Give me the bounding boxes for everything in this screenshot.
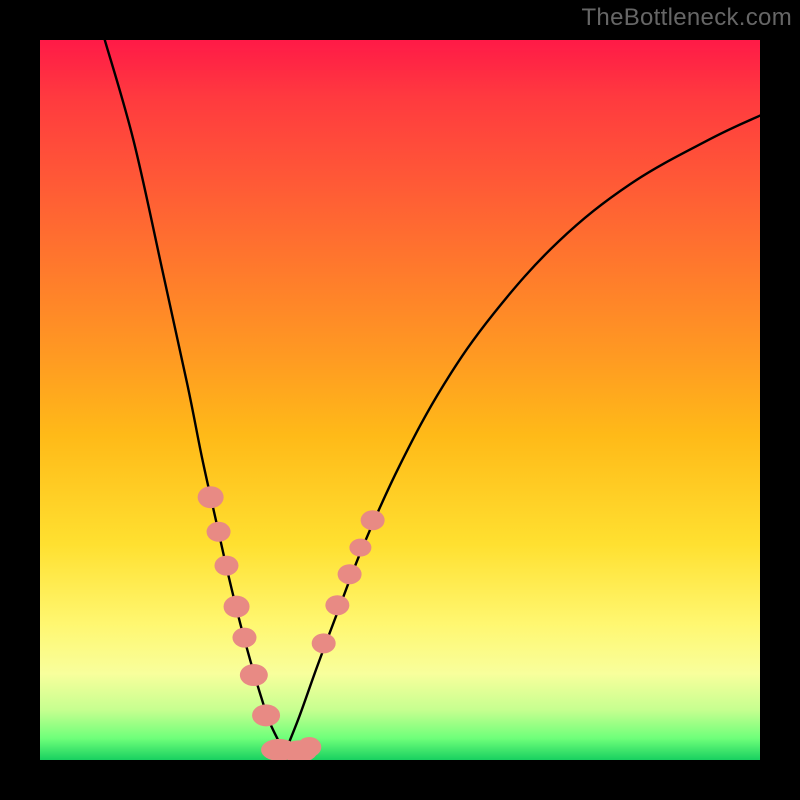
chart-frame: TheBottleneck.com bbox=[0, 0, 800, 800]
curve-right-line bbox=[285, 116, 760, 753]
marker-left bbox=[252, 704, 280, 726]
marker-bottom bbox=[297, 737, 321, 757]
marker-left bbox=[198, 486, 224, 508]
marker-group bbox=[198, 486, 385, 760]
marker-right bbox=[312, 633, 336, 653]
marker-right bbox=[338, 564, 362, 584]
marker-left bbox=[207, 522, 231, 542]
marker-left bbox=[240, 664, 268, 686]
marker-right bbox=[325, 595, 349, 615]
plot-area bbox=[40, 40, 760, 760]
watermark-text: TheBottleneck.com bbox=[581, 4, 792, 32]
curve-left-line bbox=[105, 40, 285, 753]
marker-right bbox=[361, 510, 385, 530]
marker-left bbox=[232, 628, 256, 648]
marker-right bbox=[349, 539, 371, 557]
marker-left bbox=[224, 596, 250, 618]
chart-overlay bbox=[40, 40, 760, 760]
marker-left bbox=[214, 556, 238, 576]
